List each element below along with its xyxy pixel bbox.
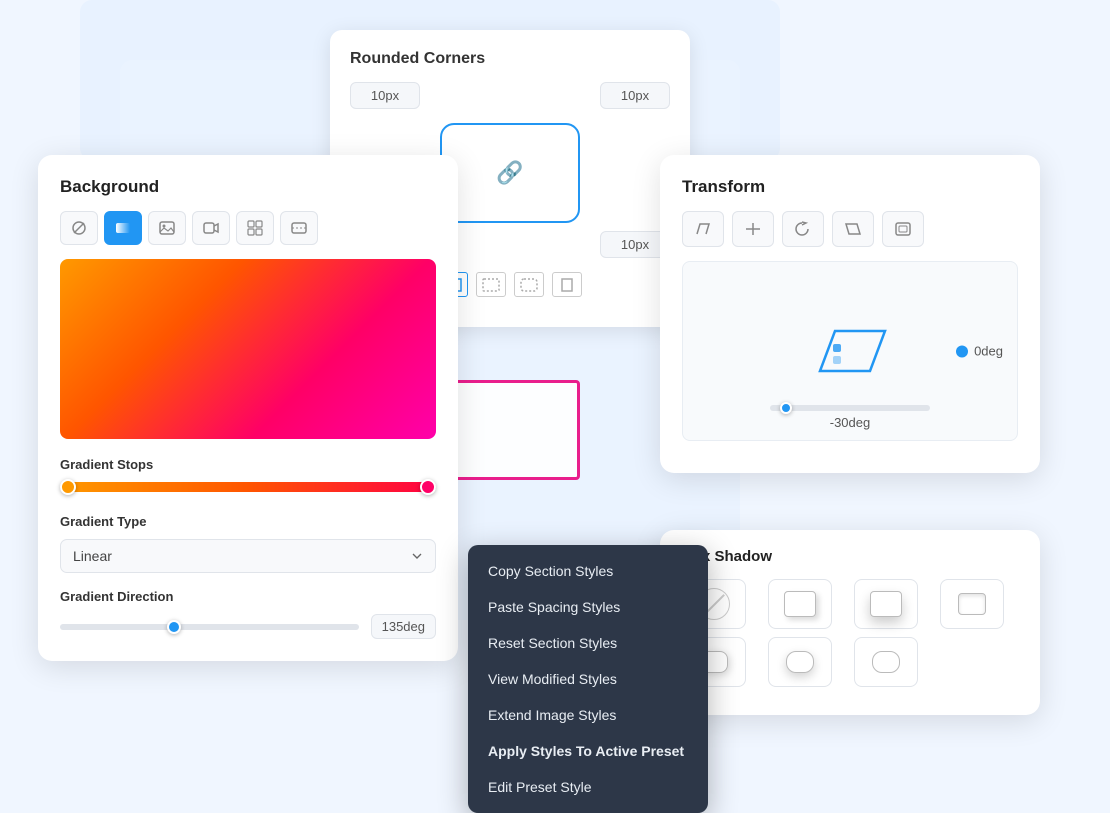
menu-item-copy-section-styles[interactable]: Copy Section Styles: [468, 553, 708, 589]
link-icon[interactable]: 🔗: [496, 160, 523, 186]
menu-item-reset-section-styles[interactable]: Reset Section Styles: [468, 625, 708, 661]
menu-item-paste-spacing-styles[interactable]: Paste Spacing Styles: [468, 589, 708, 625]
context-menu: Copy Section Styles Paste Spacing Styles…: [468, 545, 708, 813]
bg-no-fill-btn[interactable]: [60, 211, 98, 245]
shadow-box-icon-1: [784, 591, 816, 617]
background-panel: Background Gradient Stops Gradient Type: [38, 155, 458, 661]
bg-gradient-btn[interactable]: [104, 211, 142, 245]
transform-degree-right: 0deg: [956, 344, 1003, 359]
menu-item-edit-preset-style[interactable]: Edit Preset Style: [468, 769, 708, 805]
transform-scale-btn[interactable]: [882, 211, 924, 247]
transform-shape: [800, 316, 900, 386]
corner-tr-input[interactable]: 10px: [600, 82, 670, 109]
transform-bottom-thumb[interactable]: [780, 402, 792, 414]
degree-bottom-label: -30deg: [830, 415, 870, 430]
transform-title: Transform: [682, 177, 1018, 197]
box-shadow-panel: Box Shadow: [660, 530, 1040, 715]
direction-value[interactable]: 135deg: [371, 614, 436, 639]
transform-degree-bottom: -30deg: [770, 405, 930, 430]
corner-option-3[interactable]: [514, 272, 544, 297]
direction-thumb[interactable]: [167, 620, 181, 634]
transform-translate-btn[interactable]: [732, 211, 774, 247]
shadow-option-5[interactable]: [768, 637, 832, 687]
gradient-preview: [60, 259, 436, 439]
shadow-box-icon-2: [870, 591, 902, 617]
background-title: Background: [60, 177, 436, 197]
gradient-type-label: Gradient Type: [60, 514, 436, 529]
gradient-track[interactable]: [60, 482, 436, 492]
corner-option-4[interactable]: [552, 272, 582, 297]
corner-tl-input[interactable]: 10px: [350, 82, 420, 109]
gradient-type-select[interactable]: Linear Radial Conic: [60, 539, 436, 573]
shadow-option-6[interactable]: [854, 637, 918, 687]
transform-panel: Transform 0deg: [660, 155, 1040, 473]
gradient-stop-left[interactable]: [60, 479, 76, 495]
box-shadow-title: Box Shadow: [682, 548, 1018, 565]
shadow-options-grid: [682, 579, 1018, 687]
shadow-option-3[interactable]: [940, 579, 1004, 629]
background-type-icons: [60, 211, 436, 245]
menu-item-view-modified-styles[interactable]: View Modified Styles: [468, 661, 708, 697]
degree-dot-right: [956, 345, 968, 357]
transform-bottom-track[interactable]: [770, 405, 930, 411]
bg-image-btn[interactable]: [148, 211, 186, 245]
menu-item-apply-styles-active-preset[interactable]: Apply Styles To Active Preset: [468, 733, 708, 769]
transform-canvas: 0deg -30deg: [682, 261, 1018, 441]
corner-preview-box: 🔗: [440, 123, 580, 223]
transform-rotate-btn[interactable]: [782, 211, 824, 247]
gradient-direction-section: Gradient Direction 135deg: [60, 589, 436, 639]
transform-type-icons: [682, 211, 1018, 247]
bg-slide-btn[interactable]: [280, 211, 318, 245]
transform-shear-btn[interactable]: [832, 211, 874, 247]
menu-item-extend-image-styles[interactable]: Extend Image Styles: [468, 697, 708, 733]
gradient-stops-section: Gradient Stops: [60, 457, 436, 492]
gradient-stop-right[interactable]: [420, 479, 436, 495]
rounded-corners-title: Rounded Corners: [350, 50, 670, 68]
gradient-type-section: Gradient Type Linear Radial Conic: [60, 514, 436, 573]
shadow-box-icon-6: [872, 651, 900, 673]
shadow-option-1[interactable]: [768, 579, 832, 629]
gradient-stops-label: Gradient Stops: [60, 457, 436, 472]
shadow-box-icon-5: [786, 651, 814, 673]
bg-pattern-btn[interactable]: [236, 211, 274, 245]
bg-video-btn[interactable]: [192, 211, 230, 245]
gradient-direction-label: Gradient Direction: [60, 589, 436, 604]
shadow-box-icon-3: [958, 593, 986, 615]
direction-track[interactable]: [60, 624, 359, 630]
degree-right-label: 0deg: [974, 344, 1003, 359]
corner-option-2[interactable]: [476, 272, 506, 297]
transform-skew-btn[interactable]: [682, 211, 724, 247]
shadow-option-2[interactable]: [854, 579, 918, 629]
